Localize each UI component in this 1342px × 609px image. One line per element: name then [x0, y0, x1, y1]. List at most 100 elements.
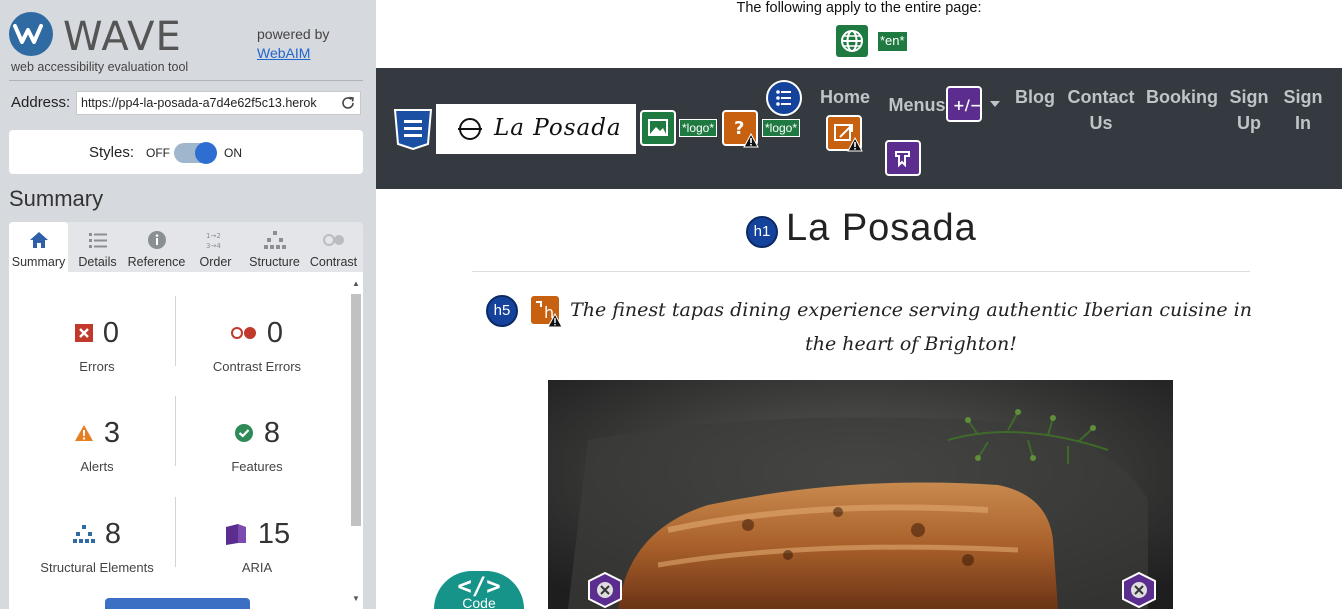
feature-check-icon — [234, 424, 253, 442]
panel-tabs: Summary Details Reference 1→2 3→4 Order S… — [9, 222, 363, 272]
address-label: Address: — [11, 94, 71, 111]
contrast-errors-label: Contrast Errors — [212, 359, 302, 374]
summary-heading: Summary — [9, 186, 104, 211]
site-navbar: La Posada *logo* ? *logo* Home Menus +/−… — [376, 68, 1342, 189]
nav-sign-in[interactable]: Sign In — [1282, 84, 1324, 136]
site-content: h1 La Posada h5 h The finest tapas dinin… — [376, 189, 1342, 609]
title-divider — [472, 271, 1250, 272]
alert-triangle-icon — [743, 133, 759, 148]
tab-contrast[interactable]: Contrast — [304, 222, 363, 272]
alt-text-tag[interactable]: *logo* — [679, 119, 718, 137]
svg-text:1→2: 1→2 — [206, 232, 221, 240]
h1-heading-icon[interactable]: h1 — [746, 216, 778, 248]
unordered-list-icon[interactable] — [766, 80, 802, 116]
wave-app-name: WAVE — [63, 14, 182, 60]
wave-brand: WAVE web accessibility evaluation tool p… — [9, 12, 369, 78]
brand-glyph-icon — [458, 118, 482, 140]
styles-on-label: ON — [224, 146, 242, 160]
language-tag[interactable]: *en* — [878, 32, 907, 51]
view-details-button[interactable] — [105, 598, 250, 609]
tab-details[interactable]: Details — [68, 222, 127, 272]
errors-count: 0 — [102, 316, 120, 349]
structure-icon — [263, 231, 286, 249]
skipped-heading-alert-icon[interactable]: h — [529, 294, 563, 328]
wave-tagline: web accessibility evaluation tool — [11, 60, 189, 74]
alert-triangle-icon — [847, 137, 863, 152]
nav-contact-us[interactable]: Contact Us — [1066, 84, 1136, 136]
aria-menu-icon[interactable] — [885, 140, 921, 176]
wave-sidebar: WAVE web accessibility evaluation tool p… — [0, 0, 376, 609]
styles-toggle[interactable] — [174, 142, 217, 164]
reload-icon[interactable] — [340, 95, 356, 111]
nav-sign-up[interactable]: Sign Up — [1228, 84, 1270, 136]
aria-label: ARIA — [241, 560, 273, 575]
errors-label: Errors — [79, 359, 115, 374]
code-toggle-button[interactable]: </> Code — [434, 571, 524, 609]
page-notice-text: The following apply to the entire page: — [736, 0, 982, 16]
hero-food-illustration — [548, 380, 1173, 609]
tab-summary[interactable]: Summary — [9, 222, 68, 272]
nav-menus[interactable]: Menus — [888, 92, 946, 118]
tab-reference[interactable]: Reference — [127, 222, 186, 272]
brand-divider — [9, 80, 363, 81]
aria-expanded-icon[interactable]: +/− — [946, 86, 982, 122]
linked-image-icon[interactable] — [640, 110, 676, 146]
site-brand-name: La Posada — [494, 115, 622, 141]
contrast-error-icon — [230, 327, 256, 339]
chevron-down-icon[interactable] — [989, 100, 1001, 108]
structural-label: Structural Elements — [40, 560, 154, 575]
h5-heading-icon[interactable]: h5 — [486, 295, 518, 327]
tab-structure[interactable]: Structure — [245, 222, 304, 272]
tab-label: Structure — [249, 255, 300, 269]
structural-count: 8 — [104, 517, 122, 550]
css-icon[interactable] — [393, 108, 433, 151]
alerts-count: 3 — [103, 416, 121, 449]
powered-by-text: powered by — [257, 26, 330, 42]
styles-off-label: OFF — [146, 146, 170, 160]
features-count: 8 — [263, 416, 281, 449]
webaim-link[interactable]: WebAIM — [257, 45, 310, 61]
tab-label: Details — [78, 255, 117, 269]
nav-booking[interactable]: Booking — [1146, 84, 1218, 110]
svg-text:3→4: 3→4 — [206, 242, 221, 250]
styles-toggle-knob — [195, 142, 217, 164]
tab-label: Contrast — [309, 255, 358, 269]
aria-hidden-icon[interactable] — [586, 571, 624, 609]
order-icon: 1→23→4 — [206, 232, 221, 250]
address-row: Address: https://pp4-la-posada-a7d4e62f5… — [11, 91, 363, 115]
wave-logo-icon — [9, 12, 53, 56]
site-brand-logo[interactable]: La Posada — [436, 104, 636, 154]
aria-hidden-icon[interactable] — [1120, 571, 1158, 609]
aria-count: 15 — [257, 517, 291, 550]
scroll-up-icon[interactable]: ▲ — [352, 279, 360, 288]
list-icon — [88, 233, 107, 248]
summary-panel: 0 Errors 0 Contrast Errors 3 Alerts 8 Fe… — [9, 272, 363, 609]
contrast-errors-count: 0 — [266, 316, 284, 349]
alert-icon — [74, 425, 93, 441]
tab-label: Summary — [11, 255, 66, 269]
error-icon — [74, 324, 93, 342]
nav-home[interactable]: Home — [818, 84, 872, 110]
tab-label: Order — [199, 255, 232, 269]
features-label: Features — [231, 459, 283, 474]
code-toggle-label: Code — [462, 595, 496, 609]
home-icon — [29, 232, 48, 248]
aria-icon — [225, 524, 246, 545]
tab-label: Reference — [127, 255, 186, 269]
alerts-label: Alerts — [80, 459, 114, 474]
nav-blog[interactable]: Blog — [1012, 84, 1058, 110]
styles-label: Styles: — [89, 144, 135, 161]
summary-scrollbar[interactable]: ▲ ▼ — [349, 276, 363, 609]
structure-icon — [72, 525, 95, 543]
scroll-thumb[interactable] — [351, 294, 361, 526]
alt-text-tag[interactable]: *logo* — [762, 119, 801, 137]
styles-panel: Styles: OFF ON — [9, 130, 363, 174]
page-title: La Posada — [786, 207, 977, 249]
address-input[interactable]: https://pp4-la-posada-a7d4e62f5c13.herok — [76, 91, 361, 115]
svg-text:+/−: +/− — [953, 98, 980, 114]
scroll-down-icon[interactable]: ▼ — [352, 594, 360, 603]
language-globe-icon[interactable] — [836, 25, 868, 57]
info-icon — [147, 231, 166, 249]
contrast-icon — [322, 234, 344, 246]
tab-order[interactable]: 1→2 3→4 Order — [186, 222, 245, 272]
